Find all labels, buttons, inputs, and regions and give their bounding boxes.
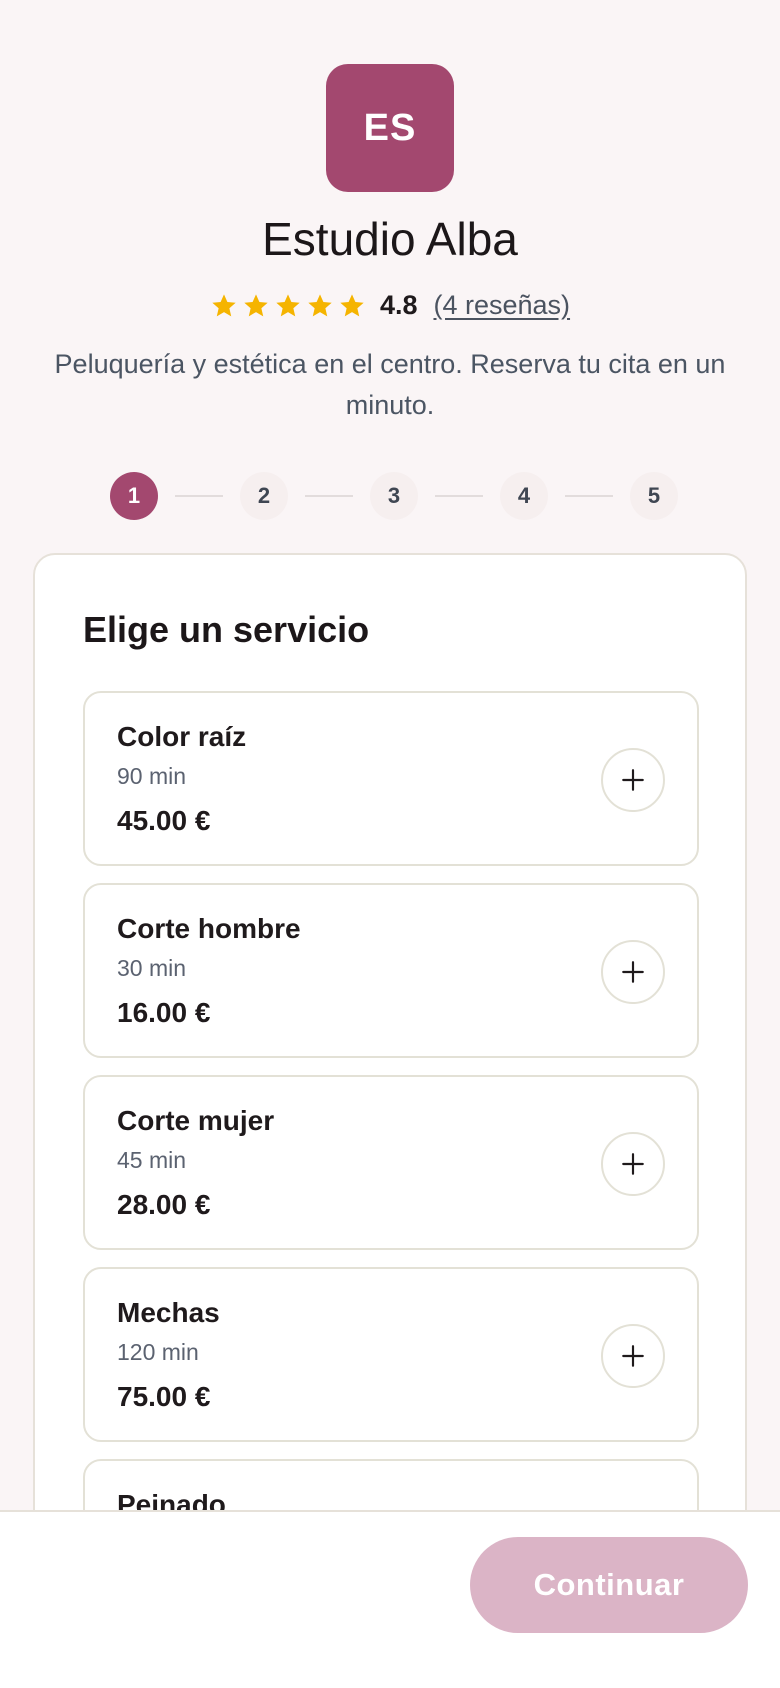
add-service-button[interactable] (601, 1132, 665, 1196)
step-connector (305, 495, 353, 497)
booking-stepper: 1 2 3 4 5 (110, 472, 678, 520)
add-service-button[interactable] (601, 1324, 665, 1388)
services-title: Elige un servicio (83, 609, 370, 650)
service-duration: 30 min (117, 955, 187, 981)
plus-icon (622, 961, 644, 983)
service-name: Corte hombre (117, 913, 301, 944)
service-item[interactable]: Corte mujer 45 min 28.00 € (83, 1075, 699, 1250)
service-name: Mechas (117, 1297, 220, 1328)
service-duration: 90 min (117, 763, 187, 789)
step-1: 1 (110, 472, 158, 520)
logo-initials: ES (363, 106, 417, 149)
business-name: Estudio Alba (262, 213, 518, 265)
step-connector (435, 495, 483, 497)
rating-value: 4.8 (379, 290, 418, 320)
rating-stars (210, 292, 366, 320)
plus-icon (622, 769, 644, 791)
plus-icon (622, 1153, 644, 1175)
service-duration: 120 min (117, 1339, 199, 1365)
step-connector (565, 495, 613, 497)
footer-bar: Continuar (0, 1510, 780, 1688)
step-connector (175, 495, 223, 497)
service-price: 16.00 € (117, 997, 211, 1028)
reviews-link[interactable]: (4 reseñas) (433, 290, 570, 321)
star-icon (276, 293, 300, 316)
service-price: 75.00 € (117, 1381, 211, 1412)
star-icon (308, 293, 332, 316)
service-item[interactable]: Color raíz 90 min 45.00 € (83, 691, 699, 866)
star-icon (340, 293, 364, 316)
add-service-button[interactable] (601, 748, 665, 812)
service-price: 28.00 € (117, 1189, 211, 1220)
service-price: 45.00 € (117, 805, 211, 836)
booking-page: ES Estudio Alba 4.8 (4 reseñas) Peluquer… (0, 0, 780, 1688)
business-description: Peluquería y estética en el centro. Rese… (54, 349, 726, 420)
add-service-button[interactable] (601, 940, 665, 1004)
service-item[interactable]: Corte hombre 30 min 16.00 € (83, 883, 699, 1058)
service-name: Color raíz (117, 721, 247, 752)
continue-button[interactable]: Continuar (470, 1537, 748, 1633)
step-5: 5 (630, 472, 678, 520)
step-4: 4 (500, 472, 548, 520)
star-icon (244, 293, 268, 316)
business-logo: ES (326, 64, 454, 192)
plus-icon (622, 1345, 644, 1367)
step-3: 3 (370, 472, 418, 520)
step-2: 2 (240, 472, 288, 520)
service-item[interactable]: Mechas 120 min 75.00 € (83, 1267, 699, 1442)
rating-row: 4.8 (4 reseñas) (0, 290, 780, 321)
service-name: Corte mujer (117, 1105, 275, 1136)
service-duration: 45 min (117, 1147, 187, 1173)
star-icon (212, 293, 236, 316)
